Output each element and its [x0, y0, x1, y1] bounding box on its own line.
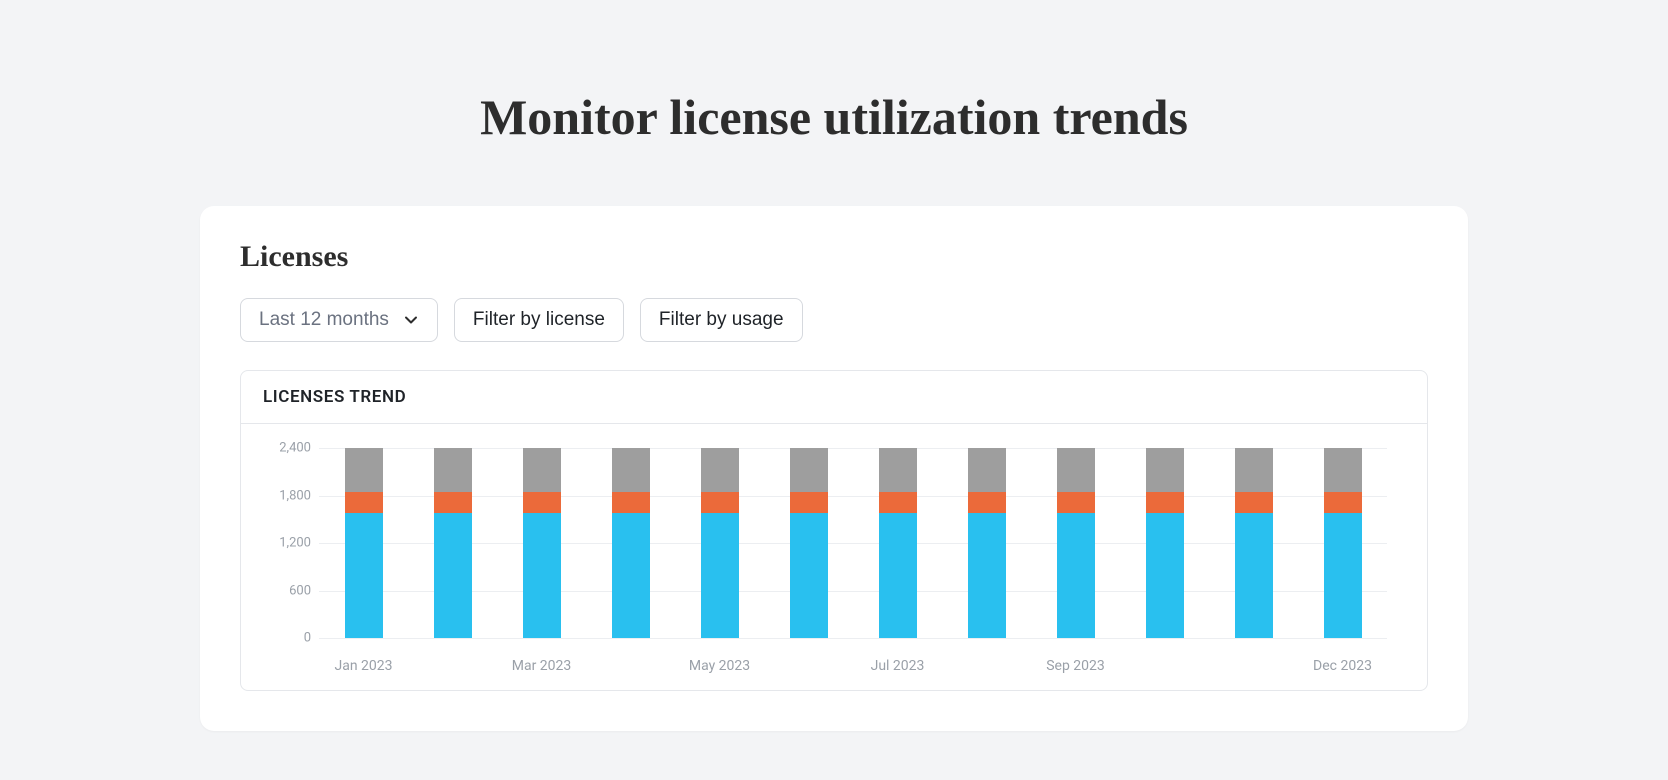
chart-bar: [612, 448, 650, 638]
chart-bar-slot: [408, 448, 497, 638]
chart-bar-segment: [523, 448, 561, 492]
chart-bar-segment: [345, 448, 383, 492]
chart-bar-segment: [523, 513, 561, 638]
chart-bar: [968, 448, 1006, 638]
chart-card: LICENSES TREND 2,4001,8001,2006000 Jan 2…: [240, 370, 1428, 691]
chart-bar-slot: [1298, 448, 1387, 638]
chart-bar-segment: [790, 492, 828, 513]
licenses-card: Licenses Last 12 months Filter by licens…: [200, 206, 1468, 731]
chart-bar-segment: [1324, 513, 1362, 638]
chart-x-tick-label: Jan 2023: [334, 658, 392, 674]
chart-bar-segment: [968, 513, 1006, 638]
chart-bar-segment: [612, 513, 650, 638]
chart-bar-segment: [968, 492, 1006, 513]
chart-bar: [345, 448, 383, 638]
chart-bar: [1057, 448, 1095, 638]
chart-bar-slot: [942, 448, 1031, 638]
chart-bar: [790, 448, 828, 638]
chart-x-axis: Jan 2023 Mar 2023 May 2023 Jul 2023 Sep 2023…: [319, 658, 1387, 682]
filter-by-usage-label: Filter by usage: [659, 309, 784, 331]
chart-bar-segment: [879, 492, 917, 513]
chart-bar-slot: [497, 448, 586, 638]
chart-bar-segment: [790, 448, 828, 492]
chart-bar-segment: [345, 492, 383, 513]
chart-bar-segment: [879, 513, 917, 638]
chart-x-tick-label: Sep 2023: [1046, 658, 1105, 674]
chart-body: 2,4001,8001,2006000 Jan 2023Mar 2023May …: [241, 424, 1427, 690]
chart-bar-slot: [764, 448, 853, 638]
chart-bar-segment: [612, 448, 650, 492]
chart-y-tick-label: 1,200: [265, 536, 311, 551]
chart-bar-slot: [319, 448, 408, 638]
chart-plot: 2,4001,8001,2006000: [319, 448, 1387, 638]
period-select[interactable]: Last 12 months: [240, 298, 438, 342]
chart-bar-segment: [968, 448, 1006, 492]
card-title: Licenses: [240, 240, 1428, 274]
chart-bar: [1324, 448, 1362, 638]
chart-bar-segment: [701, 513, 739, 638]
chart-y-tick-label: 1,800: [265, 488, 311, 503]
chart-bar-segment: [1235, 513, 1273, 638]
chart-bar-segment: [1324, 492, 1362, 513]
chart-bar-segment: [790, 513, 828, 638]
chart-bar-segment: [434, 513, 472, 638]
chart-bar-slot: [1031, 448, 1120, 638]
chart-bar-slot: [1120, 448, 1209, 638]
chart-bar-segment: [1324, 448, 1362, 492]
page: Monitor license utilization trends Licen…: [0, 0, 1668, 780]
chart-x-tick-label: Dec 2023: [1313, 658, 1372, 674]
chart-x-tick-label: Mar 2023: [512, 658, 572, 674]
chart-y-tick-label: 2,400: [265, 441, 311, 456]
chart-gridline: [319, 638, 1387, 639]
chart-bar: [701, 448, 739, 638]
chart-bar-segment: [1146, 513, 1184, 638]
page-title: Monitor license utilization trends: [0, 0, 1668, 206]
chart-bar-segment: [701, 492, 739, 513]
chart-bar: [1146, 448, 1184, 638]
filter-by-license-button[interactable]: Filter by license: [454, 298, 624, 342]
filter-by-usage-button[interactable]: Filter by usage: [640, 298, 803, 342]
chart-bar-segment: [1057, 492, 1095, 513]
chart-bar-segment: [1146, 492, 1184, 513]
chart-bar-segment: [1146, 448, 1184, 492]
chart-bar-segment: [1235, 492, 1273, 513]
chart-bar-segment: [1235, 448, 1273, 492]
chart-x-tick-label: May 2023: [689, 658, 750, 674]
chart-bar-segment: [1057, 448, 1095, 492]
chart-bar-segment: [879, 448, 917, 492]
chevron-down-icon: [403, 312, 419, 328]
chart-y-tick-label: 600: [265, 583, 311, 598]
chart-bar: [1235, 448, 1273, 638]
chart-bar-slot: [586, 448, 675, 638]
chart-bar-segment: [701, 448, 739, 492]
chart-bar-segment: [434, 492, 472, 513]
chart-x-tick-label: Jul 2023: [871, 658, 925, 674]
chart-bar: [879, 448, 917, 638]
period-select-label: Last 12 months: [259, 309, 389, 331]
chart-bar-segment: [1057, 513, 1095, 638]
chart-title: LICENSES TREND: [241, 371, 1427, 424]
chart-bar-segment: [523, 492, 561, 513]
chart-bar: [523, 448, 561, 638]
controls-row: Last 12 months Filter by license Filter …: [240, 298, 1428, 342]
chart-bar-slot: [675, 448, 764, 638]
chart-bar-slot: [1209, 448, 1298, 638]
filter-by-license-label: Filter by license: [473, 309, 605, 331]
chart-bar-slot: [853, 448, 942, 638]
chart-bar-segment: [345, 513, 383, 638]
chart-bars-row: [319, 448, 1387, 638]
chart-y-tick-label: 0: [265, 631, 311, 646]
chart-bar: [434, 448, 472, 638]
chart-bar-segment: [612, 492, 650, 513]
chart-bar-segment: [434, 448, 472, 492]
